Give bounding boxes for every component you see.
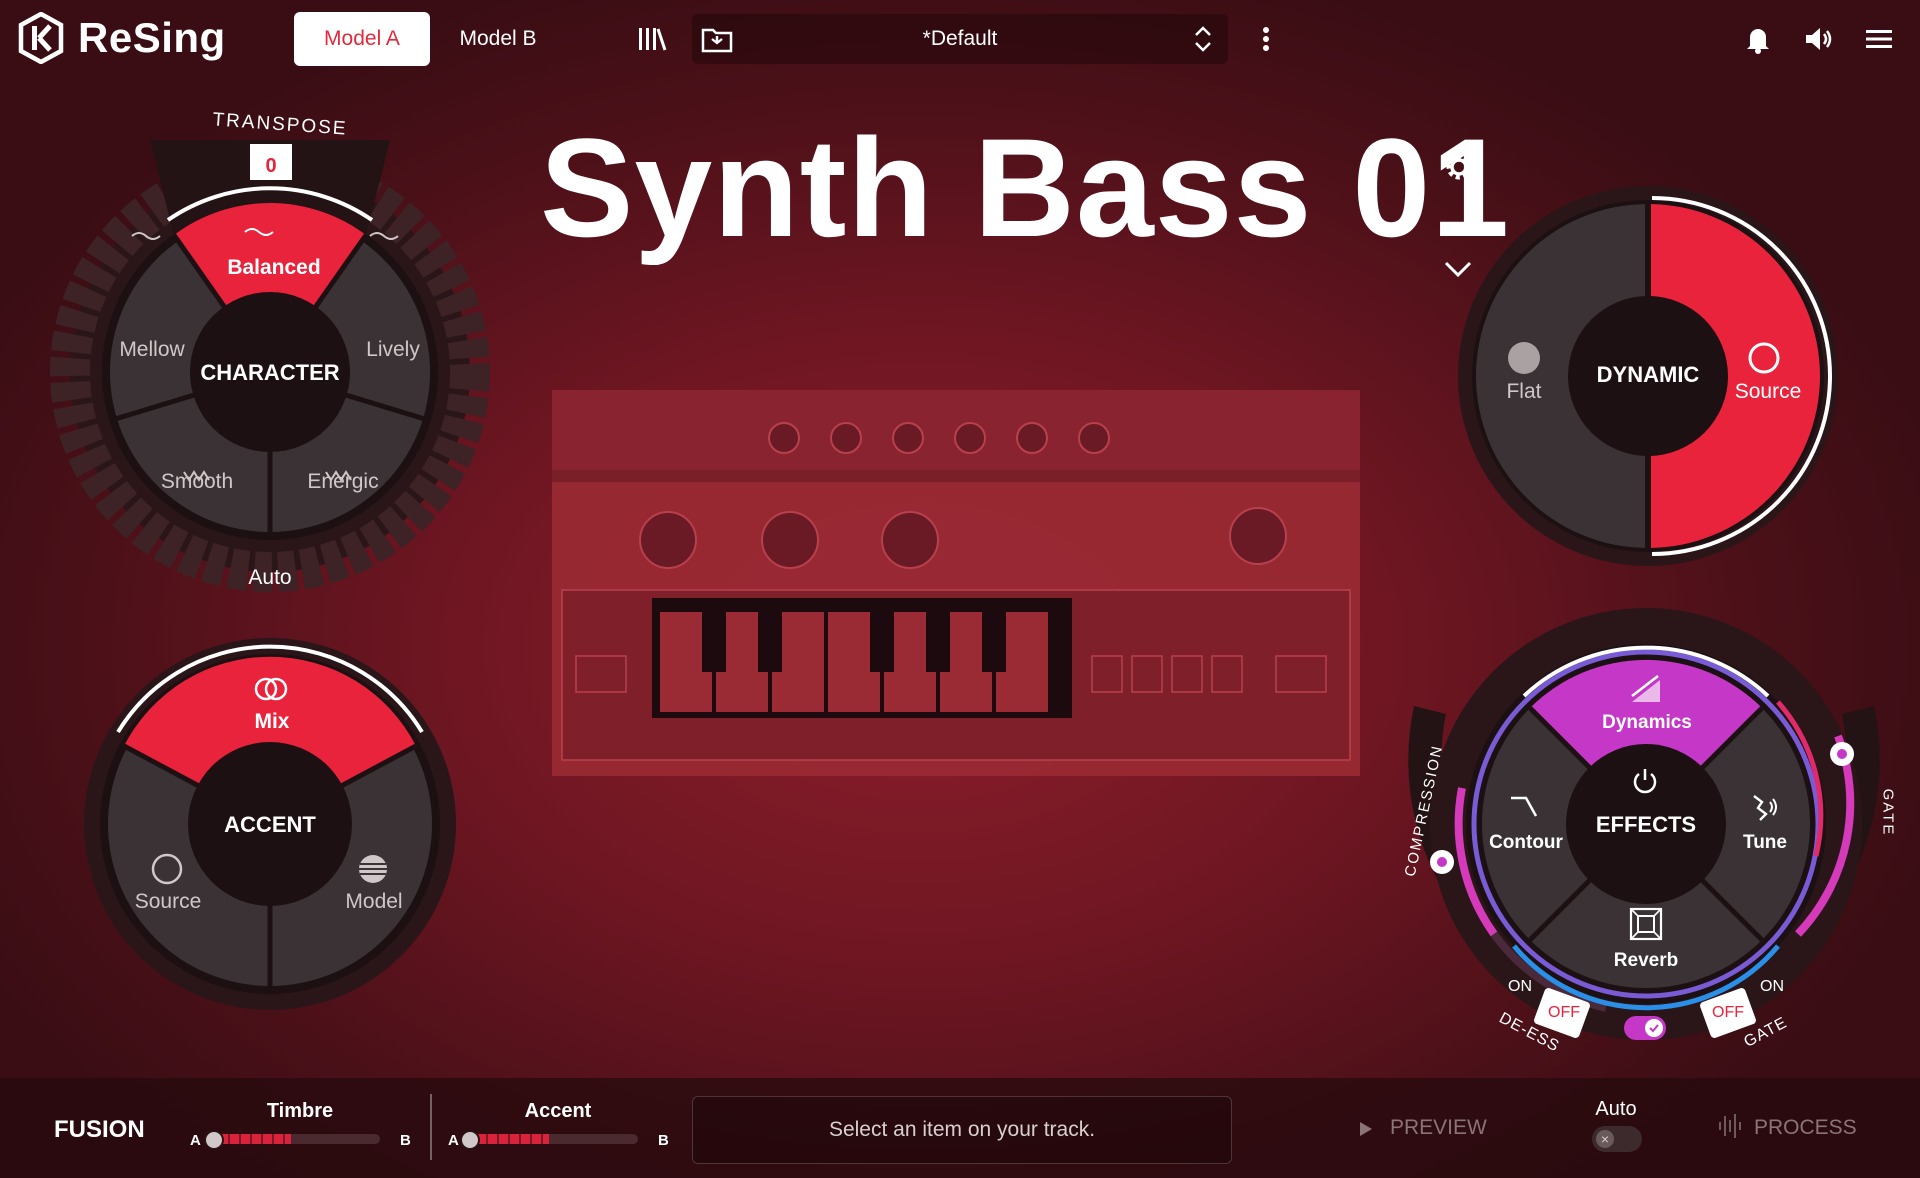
app-name: ReSing (78, 14, 226, 61)
accent-a-label: A (448, 1132, 459, 1149)
accent-option-model[interactable]: Model (322, 890, 426, 914)
auto-toggle-off-icon: × (1596, 1130, 1614, 1148)
instrument-image (552, 390, 1360, 776)
source-circle-icon (151, 853, 183, 885)
accent-b-label: B (658, 1132, 669, 1149)
deess-off-button[interactable]: OFF (1542, 1004, 1586, 1022)
dynamics-icon (1631, 675, 1660, 702)
reverb-icon (1629, 907, 1663, 941)
power-icon[interactable] (1630, 766, 1660, 796)
effects-option-dynamics[interactable]: Dynamics (1582, 712, 1712, 734)
fusion-label: FUSION (54, 1116, 145, 1143)
gate-on-label[interactable]: ON (1752, 978, 1792, 996)
accent-slider-knob[interactable] (460, 1130, 480, 1150)
accent-center-label: ACCENT (224, 812, 316, 837)
accent-slider[interactable] (466, 1134, 638, 1144)
effects-option-contour[interactable]: Contour (1476, 832, 1576, 854)
timbre-label: Timbre (266, 1100, 334, 1122)
preset-name: *Default (922, 27, 998, 50)
preset-up-down-icon[interactable] (1190, 22, 1216, 56)
model-grid-icon (359, 855, 387, 883)
divider (430, 1094, 432, 1160)
hamburger-menu-icon[interactable] (1864, 26, 1894, 52)
dynamic-option-source[interactable]: Source (1718, 380, 1818, 404)
character-option-lively[interactable]: Lively (348, 338, 438, 362)
contour-icon (1511, 796, 1538, 817)
auto-label: Auto (1595, 1098, 1637, 1120)
volume-speaker-icon[interactable] (1802, 24, 1834, 54)
character-option-smooth[interactable]: Smooth (142, 470, 252, 494)
accent-option-source[interactable]: Source (118, 890, 218, 914)
accent-slider-label: Accent (524, 1100, 592, 1122)
character-center-label: CHARACTER (200, 360, 340, 385)
dynamic-option-flat[interactable]: Flat (1484, 380, 1564, 404)
resing-logo-icon (18, 12, 64, 64)
play-icon[interactable] (1358, 1120, 1374, 1138)
library-icon[interactable] (636, 24, 668, 54)
status-message-box: Select an item on your track. (692, 1096, 1232, 1164)
character-auto-button[interactable]: Auto (220, 566, 320, 590)
effects-center-label: EFFECTS (1595, 812, 1697, 837)
notifications-bell-icon[interactable] (1744, 24, 1772, 54)
settings-gear-icon[interactable] (1442, 150, 1476, 184)
tab-model-a[interactable]: Model A (294, 12, 430, 66)
preview-button[interactable]: PREVIEW (1390, 1116, 1487, 1140)
character-option-energic[interactable]: Energic (288, 470, 398, 494)
accent-option-mix[interactable]: Mix (224, 710, 320, 734)
tab-model-b[interactable]: Model B (440, 12, 556, 66)
effects-option-tune[interactable]: Tune (1720, 832, 1810, 854)
effects-option-reverb[interactable]: Reverb (1596, 950, 1696, 972)
track-title: Synth Bass 01 (540, 109, 1511, 266)
more-options-icon[interactable] (1260, 24, 1272, 54)
process-waveform-icon (1719, 1114, 1741, 1138)
dynamic-center-label: DYNAMIC (1596, 362, 1700, 387)
character-option-balanced[interactable]: Balanced (204, 256, 344, 280)
gate-off-button[interactable]: OFF (1706, 1004, 1750, 1022)
transpose-value[interactable]: 0 (250, 148, 292, 184)
status-message: Select an item on your track. (828, 1118, 1096, 1141)
tune-icon (1753, 795, 1777, 821)
effects-master-toggle[interactable] (1624, 1016, 1668, 1044)
timbre-slider-knob[interactable] (204, 1130, 224, 1150)
top-bar: ReSing Model A Model B *Default (0, 0, 1920, 80)
deess-on-label[interactable]: ON (1500, 978, 1540, 996)
gate-side-label: GATE (1879, 788, 1897, 837)
timbre-a-label: A (190, 1132, 201, 1149)
timbre-b-label: B (400, 1132, 411, 1149)
process-button[interactable]: PROCESS (1754, 1116, 1857, 1140)
mix-icon (254, 677, 288, 701)
timbre-slider[interactable] (208, 1134, 380, 1144)
character-option-mellow[interactable]: Mellow (100, 338, 204, 362)
auto-toggle[interactable]: × (1592, 1126, 1642, 1152)
preset-selector[interactable]: *Default (692, 14, 1228, 64)
